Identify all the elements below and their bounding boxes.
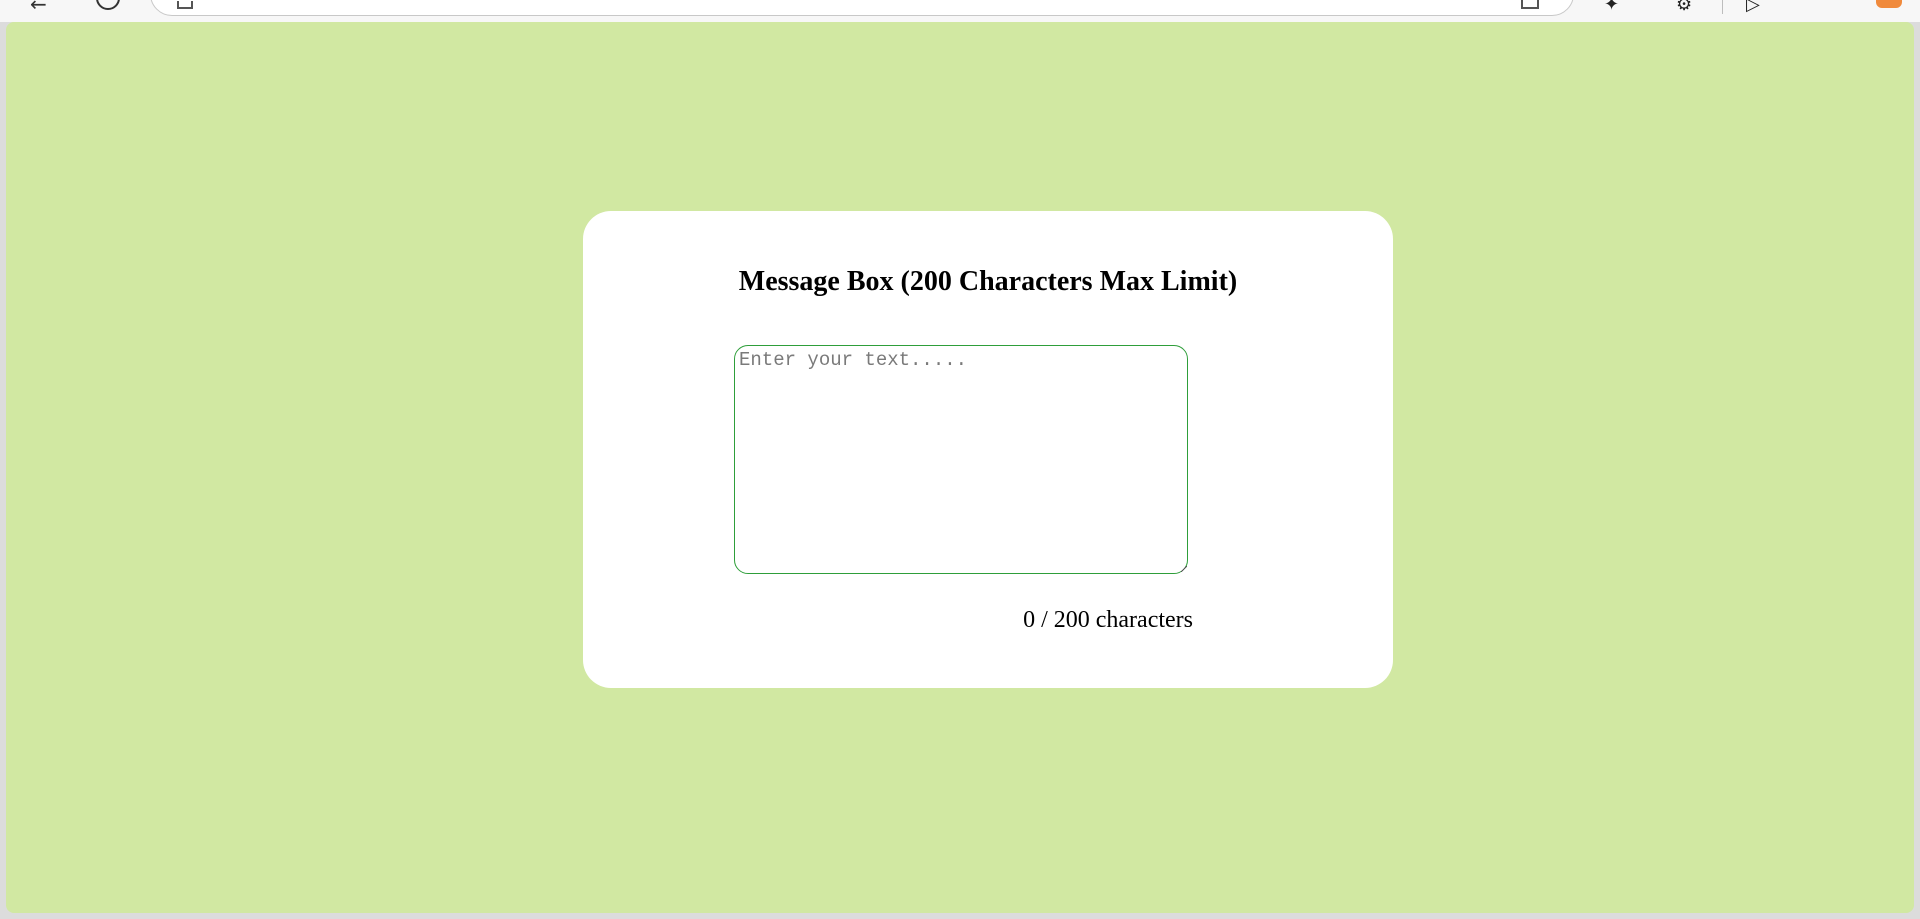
message-card: Message Box (200 Characters Max Limit) 0… [583,211,1393,688]
lock-icon[interactable] [177,1,193,9]
resize-handle-icon[interactable] [1181,566,1187,572]
extension-icon[interactable]: ✦ [1604,0,1619,15]
browser-toolbar: ← ✦ ⚙ ▷ [0,0,1920,22]
info-icon[interactable] [96,0,120,10]
play-icon[interactable]: ▷ [1746,0,1760,15]
profile-icon[interactable] [1876,0,1902,8]
character-counter: 0 / 200 characters [1023,607,1193,633]
message-input[interactable] [734,345,1188,574]
back-arrow-icon[interactable]: ← [30,0,47,16]
address-bar[interactable] [150,0,1574,16]
toolbar-divider [1722,0,1723,14]
page-title: Message Box (200 Characters Max Limit) [738,266,1238,297]
star-icon[interactable] [1521,0,1539,9]
page-viewport: Message Box (200 Characters Max Limit) 0… [6,22,1914,913]
puzzle-icon[interactable]: ⚙ [1676,0,1692,15]
